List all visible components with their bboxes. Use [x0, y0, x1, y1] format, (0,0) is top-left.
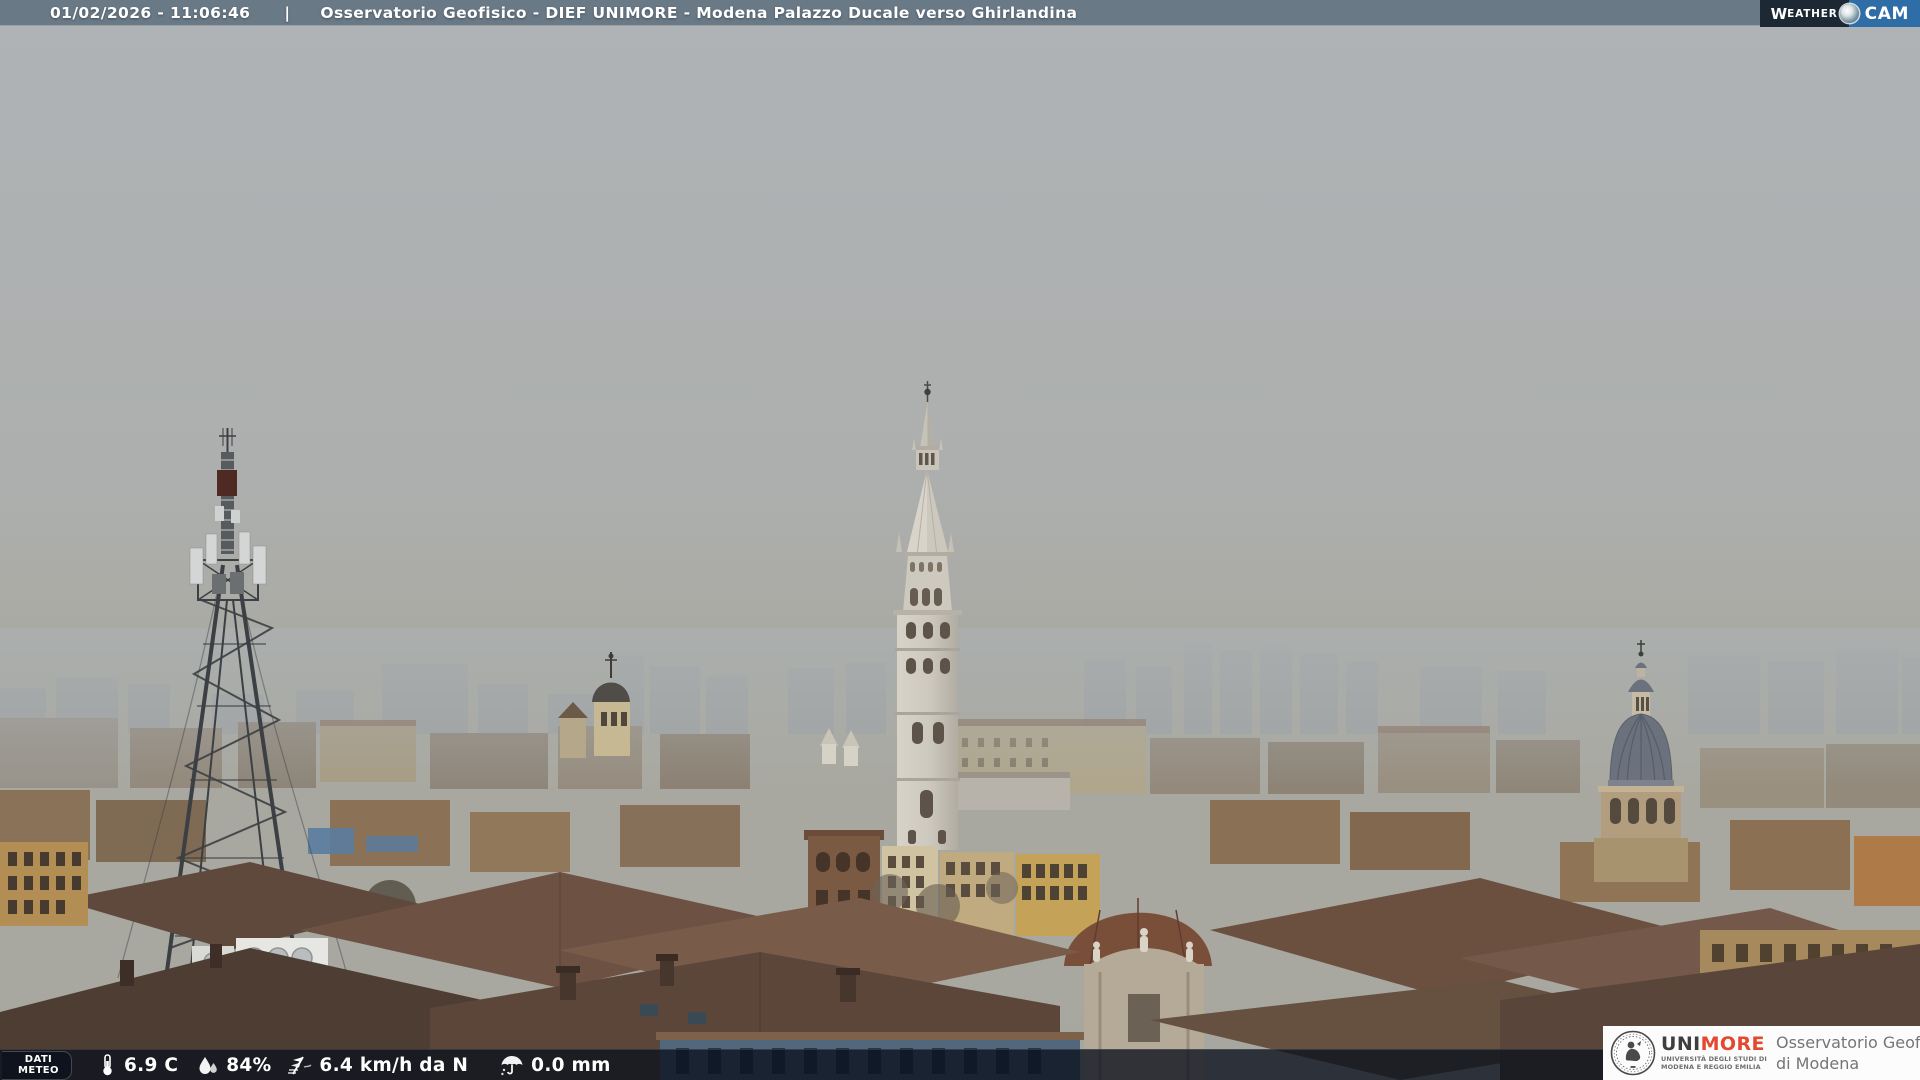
wind-value: 6.4 km/h da N [319, 1054, 469, 1076]
overlay-header: 01/02/2026 - 11:06:46 | Osservatorio Geo… [0, 0, 1920, 26]
weathercam-wordmark: W EATHER [1759, 0, 1850, 27]
observatory-name: Osservatorio Geofisico di Modena [1775, 1033, 1920, 1073]
timestamp: 01/02/2026 - 11:06:46 [50, 3, 251, 22]
rain-value: 0.0 mm [531, 1054, 611, 1076]
unimore-seal-icon [1610, 1030, 1656, 1076]
webcam-photo [0, 0, 1920, 1080]
unimore-brand-box: UNIMORE UNIVERSITÀ DEGLI STUDI DI MODENA… [1603, 1026, 1920, 1080]
wind-metric: 6.4 km/h da N [287, 1053, 468, 1077]
unimore-wordmark: UNIMORE UNIVERSITÀ DEGLI STUDI DI MODENA… [1661, 1033, 1767, 1071]
weathercam-logo: W EATHER CAM [1759, 0, 1920, 27]
page-title: Osservatorio Geofisico - DIEF UNIMORE - … [320, 3, 1078, 22]
university-name: UNIVERSITÀ DEGLI STUDI DI MODENA E REGGI… [1661, 1055, 1767, 1071]
rain-metric: 0.0 mm [499, 1053, 611, 1077]
globe-icon [1839, 4, 1859, 23]
temperature-metric: 6.9 C [96, 1053, 178, 1077]
wind-icon [288, 1056, 312, 1075]
humidity-icon [199, 1057, 218, 1074]
thermometer-icon [103, 1054, 112, 1076]
temperature-value: 6.9 C [123, 1054, 179, 1076]
rain-icon [501, 1056, 523, 1076]
weathercam-cam-label: CAM [1848, 0, 1920, 27]
humidity-value: 84% [226, 1054, 272, 1076]
header-separator: | [284, 3, 291, 22]
humidity-metric: 84% [196, 1053, 271, 1077]
webcam-view: 01/02/2026 - 11:06:46 | Osservatorio Geo… [0, 0, 1920, 1080]
dati-meteo-label: DATI METEO [2, 1050, 72, 1080]
